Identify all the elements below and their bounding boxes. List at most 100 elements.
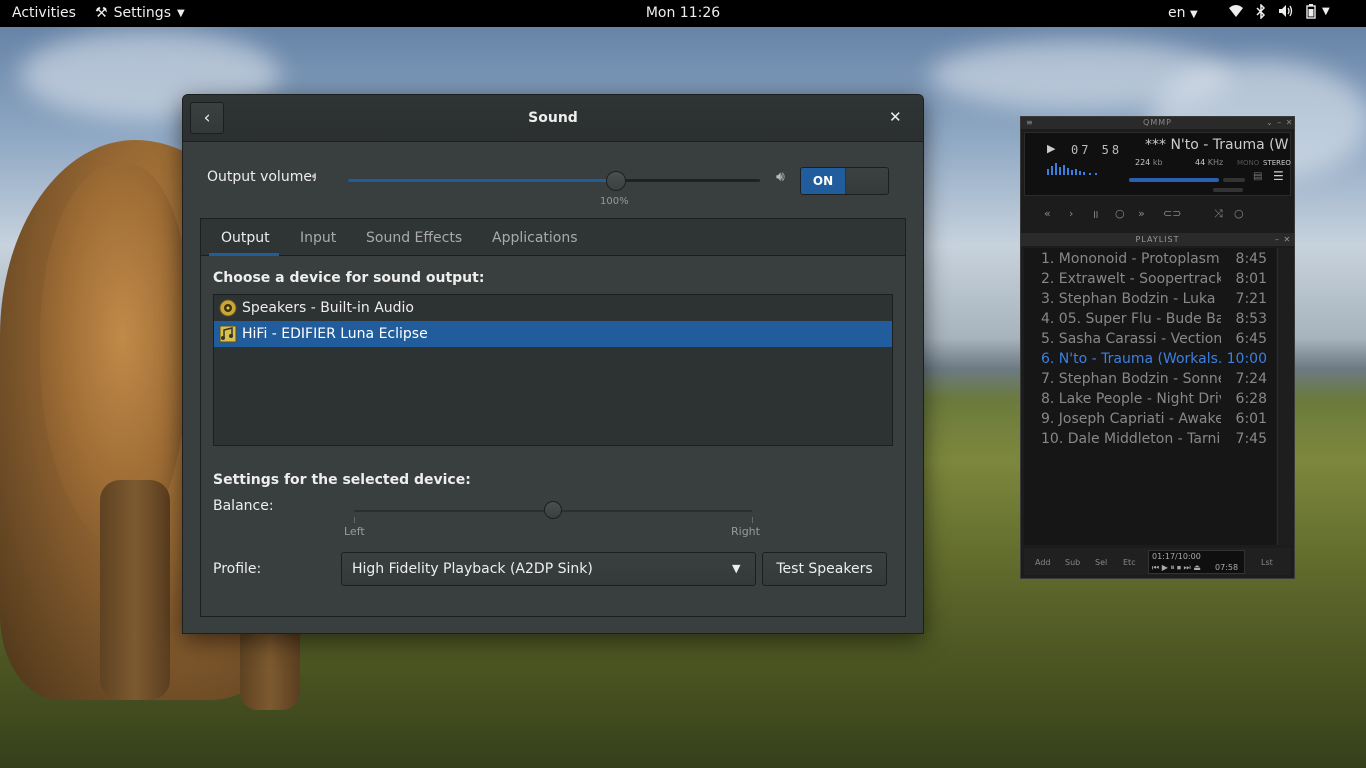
language-selector[interactable]: en ▼ [1168, 5, 1198, 21]
mini-display: 01:17/10:00 ⏮ ▶ ⏸ ⏹ ⏭ ⏏ 07:58 [1148, 550, 1245, 574]
qmmp-window-buttons[interactable]: ⌄ – ✕ [1266, 117, 1294, 129]
playlist-item-duration: 6:28 [1235, 391, 1267, 407]
language-label: en [1168, 5, 1186, 21]
playlist-title-bar[interactable]: PLAYLIST – ✕ [1021, 233, 1294, 246]
playlist-scrollbar[interactable] [1277, 248, 1293, 545]
tab-applications[interactable]: Applications [492, 230, 578, 246]
device-row-hifi[interactable]: HiFi - EDIFIER Luna Eclipse [214, 321, 892, 347]
eq-icon[interactable]: ▤ [1253, 171, 1262, 182]
visualizer-icon [1047, 163, 1097, 175]
switch-knob [846, 168, 888, 194]
playlist-item-title: 2. Extrawelt - Soopertrack ... [1041, 271, 1221, 287]
close-button[interactable]: ✕ [889, 108, 902, 126]
battery-icon [1306, 4, 1316, 23]
activities-button[interactable]: Activities [12, 5, 76, 21]
bluetooth-icon [1256, 3, 1266, 23]
mono-indicator: MONO [1237, 159, 1260, 167]
profile-value: High Fidelity Playback (A2DP Sink) [352, 561, 593, 577]
output-volume-slider-handle[interactable] [605, 171, 626, 191]
window-title: Sound [528, 110, 578, 126]
tab-bar: Output Input Sound Effects Applications [201, 219, 905, 256]
qmmp-balance-bar[interactable] [1223, 178, 1245, 182]
chevron-down-icon: ▼ [176, 7, 185, 19]
top-bar: Activities ⚒ Settings ▼ Mon 11:26 en ▼ ▼ [0, 0, 1366, 27]
mini-transport-icons[interactable]: ⏮ ▶ ⏸ ⏹ ⏭ ⏏ [1152, 563, 1201, 573]
bitrate-unit: kb [1152, 158, 1163, 167]
playlist-item-title: 7. Stephan Bodzin - Sonne... [1041, 371, 1221, 387]
shuffle-icon[interactable]: ⤨ [1214, 207, 1223, 221]
sel-button[interactable]: Sel [1095, 558, 1107, 567]
sound-settings-window: ‹ Sound ✕ Output volume: 🔈︎ 100% 🔊︎ ON O… [182, 94, 924, 634]
add-button[interactable]: Add [1035, 558, 1051, 567]
close-icon: ✕ [889, 108, 902, 126]
sub-button[interactable]: Sub [1065, 558, 1080, 567]
profile-dropdown[interactable]: High Fidelity Playback (A2DP Sink) ▼ [341, 552, 756, 586]
balance-right-label: Right [731, 525, 760, 538]
device-row-speakers[interactable]: Speakers - Built-in Audio [214, 295, 892, 321]
playlist-item-duration: 7:45 [1235, 431, 1267, 447]
mini-time: 01:17/10:00 [1152, 552, 1201, 561]
elephant-leg [100, 480, 170, 700]
volume-high-icon: 🔊︎ [776, 169, 785, 185]
device-label: Speakers - Built-in Audio [242, 300, 414, 316]
tab-sound-effects[interactable]: Sound Effects [366, 230, 462, 246]
chevron-down-icon: ▼ [1189, 9, 1198, 20]
qmmp-volume-bar[interactable] [1129, 178, 1219, 182]
qmmp-time: 07 58 [1071, 143, 1123, 157]
playlist-item-title: 1. Mononoid - Protoplasm ... [1041, 251, 1221, 267]
next-icon[interactable]: » [1138, 207, 1145, 220]
playlist-bottom-bar: Add Sub Sel Etc 01:17/10:00 ⏮ ▶ ⏸ ⏹ ⏭ ⏏ … [1024, 548, 1291, 575]
volume-percent-mark: 100% [600, 196, 629, 207]
sound-notebook: Output Input Sound Effects Applications … [200, 218, 906, 617]
etc-button[interactable]: Etc [1123, 558, 1136, 567]
lst-button[interactable]: Lst [1261, 558, 1273, 567]
chevron-down-icon: ▼ [732, 562, 741, 575]
qmmp-title-bar[interactable]: ≡ QMMP ⌄ – ✕ [1021, 117, 1294, 129]
profile-label: Profile: [213, 561, 262, 577]
output-volume-label: Output volume: [207, 169, 317, 185]
playlist-item-duration: 6:01 [1235, 411, 1267, 427]
device-label: HiFi - EDIFIER Luna Eclipse [242, 326, 428, 342]
tab-output[interactable]: Output [221, 230, 270, 246]
playlist-item-title: 4. 05. Super Flu - Bude Baun [1041, 311, 1221, 327]
speaker-icon [219, 299, 237, 317]
stop-icon[interactable]: ○ [1115, 207, 1125, 220]
eject-icon[interactable]: ⊂⊃ [1163, 207, 1181, 220]
pause-icon[interactable]: ॥ [1092, 207, 1099, 222]
playlist-item-duration: 6:45 [1235, 331, 1267, 347]
tab-input[interactable]: Input [300, 230, 336, 246]
qmmp-menu-icon[interactable]: ≡ [1026, 117, 1034, 129]
output-device-list: Speakers - Built-in Audio HiFi - EDIFIER… [213, 294, 893, 446]
previous-icon[interactable]: « [1044, 207, 1051, 220]
chevron-down-icon: ▼ [1322, 6, 1330, 17]
balance-left-label: Left [344, 525, 365, 538]
volume-icon [1278, 4, 1294, 23]
stereo-indicator: STEREO [1263, 159, 1291, 167]
playlist-item-duration: 7:21 [1235, 291, 1267, 307]
repeat-icon[interactable]: ○ [1234, 207, 1244, 220]
output-switch[interactable]: ON [800, 167, 889, 195]
system-tray[interactable]: ▼ [1228, 3, 1330, 23]
volume-low-icon: 🔈︎ [312, 169, 320, 184]
mini-remaining: 07:58 [1215, 563, 1239, 572]
playlist-item-title: 3. Stephan Bodzin - Luka L... [1041, 291, 1221, 307]
qmmp-display: ▶︎ 07 58 *** N'to - Trauma (W 224 kb 44 … [1024, 132, 1291, 196]
play-icon[interactable]: › [1069, 207, 1073, 220]
qmmp-seek-bar[interactable] [1213, 188, 1243, 192]
qmmp-song-title: *** N'to - Trauma (W [1145, 137, 1289, 153]
playlist: 1. Mononoid - Protoplasm ... 8:45 2. Extra… [1024, 248, 1276, 545]
app-menu-label: Settings [113, 5, 171, 21]
active-tab-indicator [209, 253, 279, 256]
playlist-item-duration: 7:24 [1235, 371, 1267, 387]
app-menu[interactable]: ⚒ Settings ▼ [95, 5, 185, 21]
playlist-item-title: 10. Dale Middleton - Tarnis... [1041, 431, 1221, 447]
playlist-item-title: 5. Sasha Carassi - Vection (... [1041, 331, 1221, 347]
playlist-toggle-icon[interactable]: ☰ [1273, 169, 1284, 183]
balance-tick-left [354, 517, 355, 523]
playlist-window-buttons[interactable]: – ✕ [1275, 233, 1291, 246]
test-speakers-button[interactable]: Test Speakers [762, 552, 887, 586]
choose-device-heading: Choose a device for sound output: [213, 270, 485, 286]
balance-slider-handle[interactable] [544, 501, 562, 519]
clock[interactable]: Mon 11:26 [646, 5, 720, 21]
output-volume-fill [348, 179, 616, 182]
